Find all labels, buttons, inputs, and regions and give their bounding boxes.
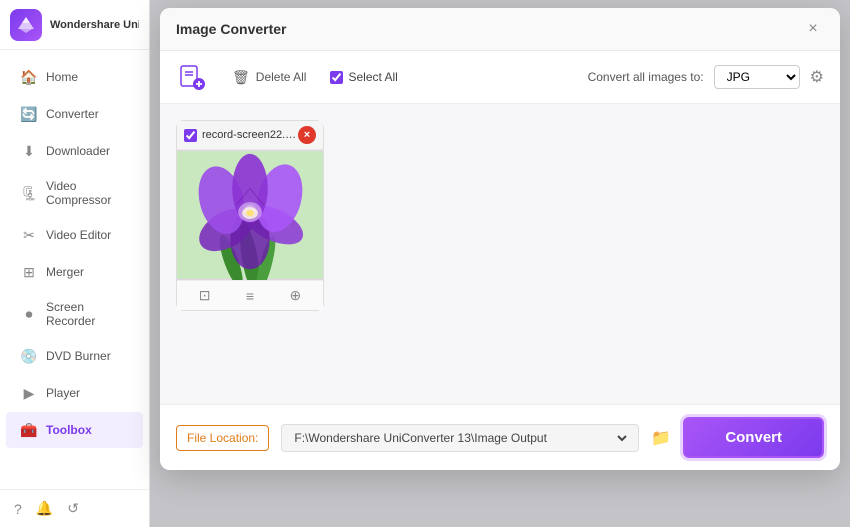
remove-icon: × [304,129,310,141]
sidebar-item-home-label: Home [46,70,78,84]
dialog-body: record-screen22.JPG × [160,104,840,404]
screen-recorder-icon: ⏺ [20,305,38,323]
select-all-checkbox[interactable] [330,71,343,84]
zoom-icon[interactable]: ⊕ [290,287,302,304]
sidebar-item-video-editor-label: Video Editor [46,228,111,242]
dialog-close-button[interactable]: × [802,18,824,40]
sidebar-item-video-compressor[interactable]: 🗜 Video Compressor [6,170,143,216]
help-icon[interactable]: ? [14,501,22,517]
dialog-overlay: Image Converter × 🗑 De [150,0,850,527]
delete-all-button[interactable]: 🗑 Delete All [224,65,314,90]
dvd-burner-icon: 💿 [20,347,38,365]
settings-button[interactable]: ⚙ [810,67,824,87]
format-select[interactable]: JPG PNG BMP GIF TIFF WEBP [714,65,800,89]
add-file-button[interactable] [176,61,208,93]
sidebar-item-converter[interactable]: 🔄 Converter [6,96,143,132]
iris-image-svg [177,150,323,280]
sidebar-item-merger[interactable]: ⊞ Merger [6,254,143,290]
image-converter-dialog: Image Converter × 🗑 De [160,8,840,470]
sidebar-item-video-editor[interactable]: ✂ Video Editor [6,217,143,253]
settings-icon: ⚙ [810,67,824,87]
dialog-title: Image Converter [176,21,286,37]
merger-icon: ⊞ [20,263,38,281]
home-icon: 🏠 [20,68,38,86]
file-location-path-container: F:\Wondershare UniConverter 13\Image Out… [281,424,639,452]
app-header: Wondershare UniCon [0,0,149,50]
image-card: record-screen22.JPG × [176,120,324,311]
sidebar-item-toolbox[interactable]: 🧰 Toolbox [6,412,143,448]
downloader-icon: ⬇ [20,142,38,160]
video-editor-icon: ✂ [20,226,38,244]
image-card-remove-button[interactable]: × [298,126,316,144]
player-icon: ▶ [20,384,38,402]
app-title: Wondershare UniCon [50,19,139,31]
settings-list-icon[interactable]: ≡ [246,288,254,304]
convert-all-to-label: Convert all images to: [588,70,704,84]
video-compressor-icon: 🗜 [20,184,38,202]
select-all-label: Select All [348,70,397,84]
image-card-footer: ⊡ ≡ ⊕ [177,280,323,310]
sidebar-footer: ? 🔔 ↺ [0,489,149,527]
sidebar-item-video-compressor-label: Video Compressor [46,179,129,207]
trash-icon: 🗑 [232,69,250,86]
image-card-header: record-screen22.JPG × [177,121,323,150]
sidebar-item-screen-recorder-label: Screen Recorder [46,300,129,328]
notifications-icon[interactable]: 🔔 [36,500,53,517]
select-all-checkbox-label[interactable]: Select All [330,70,397,84]
converter-icon: 🔄 [20,105,38,123]
convert-button[interactable]: Convert [683,417,824,458]
sidebar-item-dvd-burner-label: DVD Burner [46,349,111,363]
dialog-toolbar: 🗑 Delete All Select All Convert all imag… [160,51,840,104]
app-logo [10,9,42,41]
sidebar: Wondershare UniCon 🏠 Home 🔄 Converter ⬇ … [0,0,150,527]
refresh-icon[interactable]: ↺ [67,500,79,517]
sidebar-nav: 🏠 Home 🔄 Converter ⬇ Downloader 🗜 Video … [0,50,149,489]
image-card-thumbnail [177,150,323,280]
crop-icon[interactable]: ⊡ [199,287,211,304]
dialog-titlebar: Image Converter × [160,8,840,51]
add-file-icon [178,63,206,91]
file-location-select[interactable]: F:\Wondershare UniConverter 13\Image Out… [290,430,630,446]
main-content: Image Converter × 🗑 De [150,0,850,527]
image-card-filename: record-screen22.JPG [202,129,298,141]
sidebar-item-converter-label: Converter [46,107,99,121]
delete-all-label: Delete All [256,70,307,84]
sidebar-item-downloader-label: Downloader [46,144,110,158]
sidebar-item-toolbox-label: Toolbox [46,423,92,437]
browse-folder-button[interactable]: 📁 [651,428,671,448]
dialog-footer: File Location: F:\Wondershare UniConvert… [160,404,840,470]
toolbox-icon: 🧰 [20,421,38,439]
sidebar-item-merger-label: Merger [46,265,84,279]
file-location-label: File Location: [176,425,269,451]
toolbar-right: Convert all images to: JPG PNG BMP GIF T… [588,65,824,89]
sidebar-item-home[interactable]: 🏠 Home [6,59,143,95]
folder-icon: 📁 [651,430,671,447]
sidebar-item-downloader[interactable]: ⬇ Downloader [6,133,143,169]
sidebar-item-player[interactable]: ▶ Player [6,375,143,411]
sidebar-item-screen-recorder[interactable]: ⏺ Screen Recorder [6,291,143,337]
sidebar-item-player-label: Player [46,386,80,400]
sidebar-item-dvd-burner[interactable]: 💿 DVD Burner [6,338,143,374]
image-card-checkbox[interactable] [184,129,197,142]
